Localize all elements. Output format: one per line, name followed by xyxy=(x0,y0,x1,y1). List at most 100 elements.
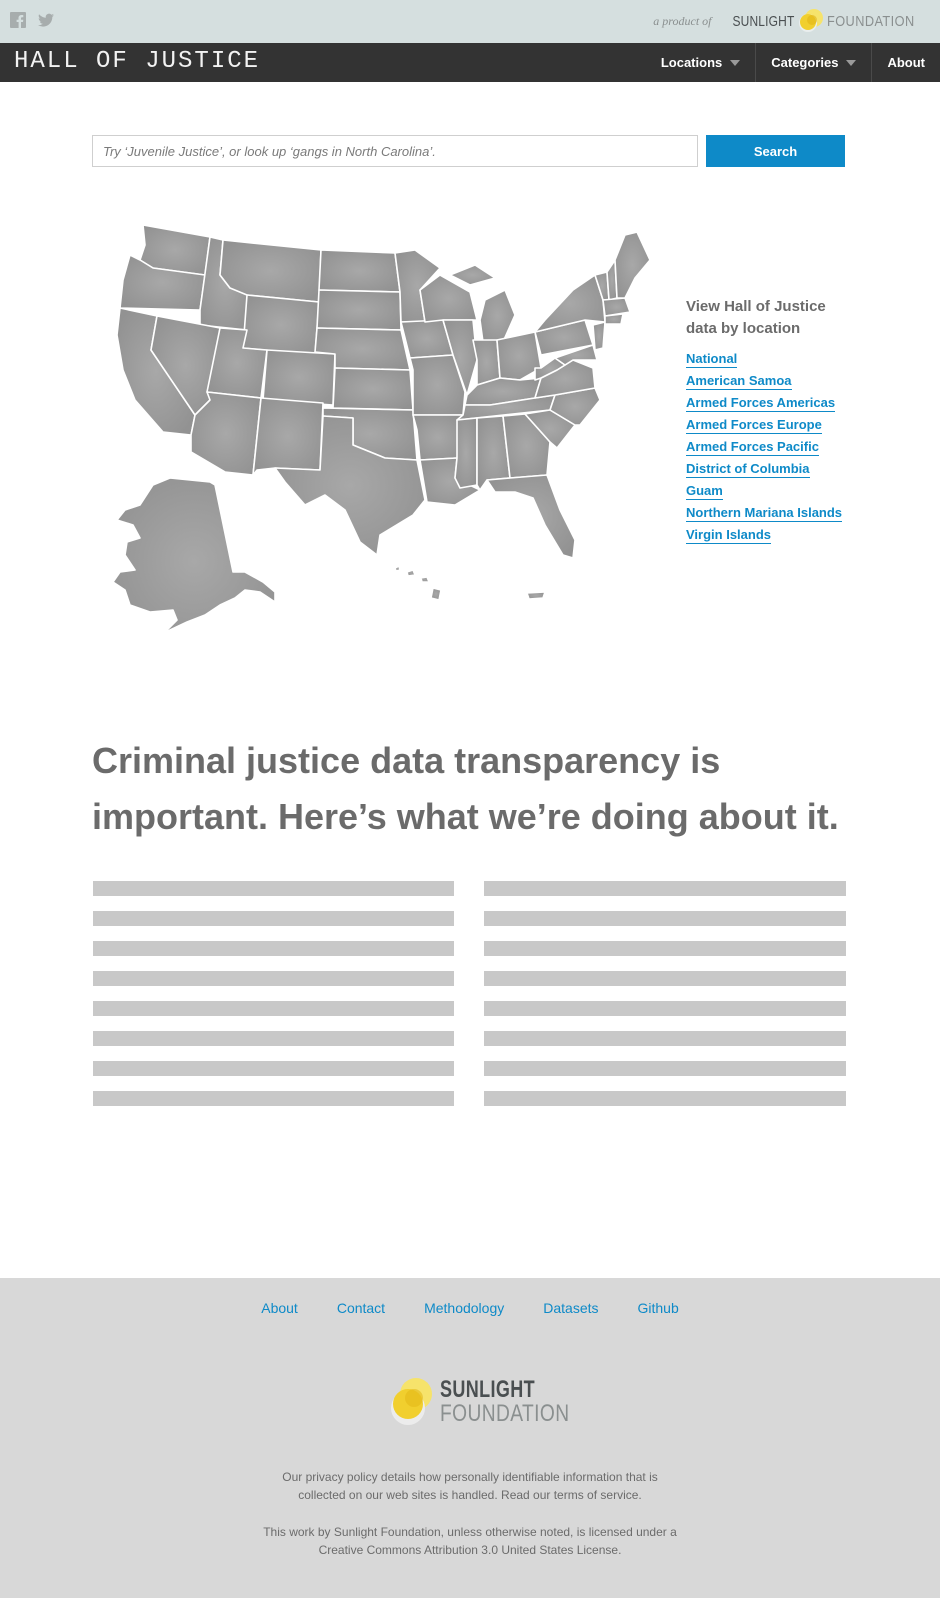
map-state xyxy=(486,474,576,559)
search-input[interactable] xyxy=(92,135,698,167)
placeholder-line xyxy=(93,971,454,986)
list-item: National xyxy=(686,350,842,372)
map-state xyxy=(604,313,624,325)
nav-item-label: Locations xyxy=(660,55,723,70)
nav-item-label: About xyxy=(887,55,925,70)
location-link-national[interactable]: National xyxy=(686,351,738,368)
map-state xyxy=(394,565,401,572)
placeholder-line xyxy=(93,1061,454,1076)
nav-item-about[interactable]: About xyxy=(871,43,940,82)
location-link-northern-mariana-islands[interactable]: Northern Mariana Islands xyxy=(686,505,843,522)
placeholder-line xyxy=(93,881,454,896)
placeholder-line xyxy=(484,911,846,926)
top-bar: a product of SUNLIGHT FOUNDATION xyxy=(0,0,940,43)
placeholder-line xyxy=(93,1091,454,1106)
placeholder-line xyxy=(484,941,846,956)
map-state xyxy=(262,349,336,406)
sunlight-logo-icon xyxy=(797,8,825,34)
sunlight-logo-icon xyxy=(388,1376,434,1428)
sunlight-wordmark-block: SUNLIGHT FOUNDATION xyxy=(440,1378,602,1426)
list-item: Guam xyxy=(686,482,842,504)
nav-item-locations[interactable]: Locations xyxy=(646,43,755,82)
footer-link-github[interactable]: Github xyxy=(638,1300,679,1316)
placeholder-line xyxy=(93,1031,454,1046)
list-item: Armed Forces Americas xyxy=(686,394,842,416)
privacy-text: Our privacy policy details how personall… xyxy=(282,1470,658,1502)
placeholder-line xyxy=(93,1001,454,1016)
map-state xyxy=(420,576,430,583)
map-state xyxy=(614,231,651,299)
sunlight-footer-logo[interactable]: SUNLIGHT FOUNDATION xyxy=(388,1376,602,1428)
locations-list: National American Samoa Armed Forces Ame… xyxy=(686,350,843,548)
map-state xyxy=(412,414,464,461)
map-state xyxy=(526,591,546,600)
location-link-american-samoa[interactable]: American Samoa xyxy=(686,373,792,390)
list-item: American Samoa xyxy=(686,372,842,394)
location-link-guam[interactable]: Guam xyxy=(686,483,723,500)
map-state xyxy=(332,367,414,411)
list-item: Virgin Islands xyxy=(686,526,842,548)
map-state xyxy=(602,297,631,317)
locations-heading: View Hall of Justice data by location xyxy=(686,298,826,337)
social-links xyxy=(10,12,54,28)
text-placeholder-left xyxy=(93,881,454,1121)
map-state xyxy=(430,587,442,601)
site-footer: About Contact Methodology Datasets Githu… xyxy=(0,1278,940,1598)
twitter-icon[interactable] xyxy=(38,12,54,28)
placeholder-line xyxy=(484,971,846,986)
location-link-armed-forces-americas[interactable]: Armed Forces Americas xyxy=(686,395,836,412)
location-link-virgin-islands[interactable]: Virgin Islands xyxy=(686,527,772,544)
map-state xyxy=(472,339,501,386)
map-state xyxy=(406,569,416,577)
footer-link-datasets[interactable]: Datasets xyxy=(543,1300,598,1316)
placeholder-line xyxy=(484,1031,846,1046)
nav-menu: Locations Categories About xyxy=(646,43,940,82)
sunlight-wordmark: SUNLIGHT xyxy=(732,12,795,30)
logo-line-2: FOUNDATION xyxy=(440,1400,570,1427)
caret-down-icon xyxy=(730,59,741,66)
logo-line-1: SUNLIGHT xyxy=(440,1376,536,1403)
license-notice: This work by Sunlight Foundation, unless… xyxy=(0,1523,940,1559)
footer-links: About Contact Methodology Datasets Githu… xyxy=(0,1300,940,1316)
footer-link-about[interactable]: About xyxy=(261,1300,298,1316)
placeholder-line xyxy=(93,911,454,926)
map-state xyxy=(318,249,401,293)
privacy-notice: Our privacy policy details how personall… xyxy=(0,1468,940,1504)
product-prefix: a product of xyxy=(653,13,712,28)
foundation-wordmark: FOUNDATION xyxy=(826,12,915,30)
license-text: This work by Sunlight Foundation, unless… xyxy=(263,1525,677,1557)
map-state xyxy=(112,477,276,646)
facebook-icon[interactable] xyxy=(10,12,26,28)
site-brand[interactable]: HALL OF JUSTICE xyxy=(14,48,260,75)
sunlight-product-badge[interactable]: a product of SUNLIGHT FOUNDATION xyxy=(653,8,930,34)
list-item: Armed Forces Pacific xyxy=(686,438,842,460)
placeholder-line xyxy=(484,1001,846,1016)
us-map[interactable] xyxy=(95,220,670,670)
list-item: Northern Mariana Islands xyxy=(686,504,843,526)
map-state xyxy=(592,321,606,351)
placeholder-line xyxy=(484,1061,846,1076)
location-link-armed-forces-europe[interactable]: Armed Forces Europe xyxy=(686,417,822,434)
list-item: Armed Forces Europe xyxy=(686,416,842,438)
text-placeholder-right xyxy=(484,881,846,1121)
location-link-district-of-columbia[interactable]: District of Columbia xyxy=(686,461,810,478)
location-link-armed-forces-pacific[interactable]: Armed Forces Pacific xyxy=(686,439,819,456)
list-item: District of Columbia xyxy=(686,460,842,482)
nav-item-categories[interactable]: Categories xyxy=(755,43,871,82)
map-state xyxy=(449,264,496,286)
map-state xyxy=(242,294,320,356)
caret-down-icon xyxy=(846,59,857,66)
search-button[interactable]: Search xyxy=(706,135,845,167)
map-state xyxy=(479,289,516,343)
nav-item-label: Categories xyxy=(771,55,839,70)
footer-link-methodology[interactable]: Methodology xyxy=(424,1300,504,1316)
page-headline: Criminal justice data transparency is im… xyxy=(92,740,839,837)
placeholder-line xyxy=(484,1091,846,1106)
map-state xyxy=(454,417,478,489)
footer-link-contact[interactable]: Contact xyxy=(337,1300,385,1316)
map-state xyxy=(316,289,402,331)
main-navbar: HALL OF JUSTICE Locations Categories Abo… xyxy=(0,43,940,82)
map-state xyxy=(252,397,324,476)
map-state xyxy=(534,274,606,333)
placeholder-line xyxy=(484,881,846,896)
